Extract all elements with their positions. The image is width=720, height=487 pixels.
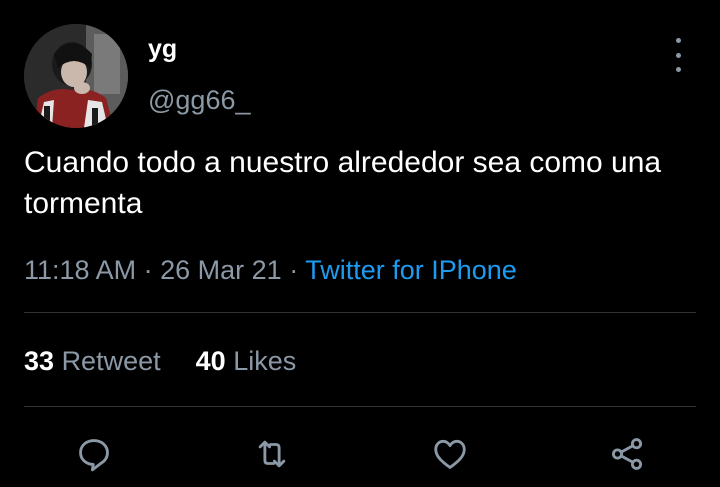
- tweet-time: 11:18 AM: [24, 255, 137, 285]
- retweet-icon: [258, 440, 286, 468]
- likes-stat[interactable]: 40 Likes: [196, 346, 297, 376]
- retweet-button[interactable]: [250, 432, 294, 476]
- tweet-detail: yg @gg66_ Cuando todo a nuestro alrededo…: [0, 0, 720, 487]
- share-icon: [611, 438, 643, 470]
- avatar-photo: [24, 24, 128, 128]
- reply-button[interactable]: [72, 432, 116, 476]
- user-handle[interactable]: @gg66_: [148, 84, 251, 116]
- likes-label: Likes: [233, 346, 297, 376]
- like-icon: [434, 439, 466, 469]
- tweet-stats: 33 Retweet 40 Likes: [24, 343, 296, 379]
- reply-icon: [79, 439, 109, 472]
- divider: [24, 406, 696, 407]
- likes-count: 40: [195, 346, 226, 376]
- tweet-source-link[interactable]: Twitter for IPhone: [305, 255, 517, 285]
- retweets-stat[interactable]: 33 Retweet: [24, 346, 168, 376]
- retweet-label: Retweet: [61, 346, 161, 376]
- tweet-text: Cuando todo a nuestro alrededor sea como…: [24, 146, 662, 220]
- display-name[interactable]: yg: [148, 34, 177, 64]
- more-dot-icon: [675, 67, 681, 72]
- more-dot-icon: [675, 38, 681, 43]
- share-button[interactable]: [605, 432, 649, 476]
- like-button[interactable]: [428, 432, 472, 476]
- action-bar: [0, 432, 720, 476]
- divider: [24, 312, 696, 313]
- avatar[interactable]: [24, 24, 128, 128]
- retweet-count: 33: [24, 346, 55, 376]
- tweet-metadata: 11:18 AM · 26 Mar 21 · Twitter for IPhon…: [24, 252, 517, 288]
- meta-separator: ·: [289, 255, 299, 285]
- meta-separator: ·: [143, 255, 153, 285]
- tweet-date: 26 Mar 21: [160, 255, 282, 285]
- more-options-button[interactable]: [664, 38, 692, 72]
- more-dot-icon: [675, 52, 681, 58]
